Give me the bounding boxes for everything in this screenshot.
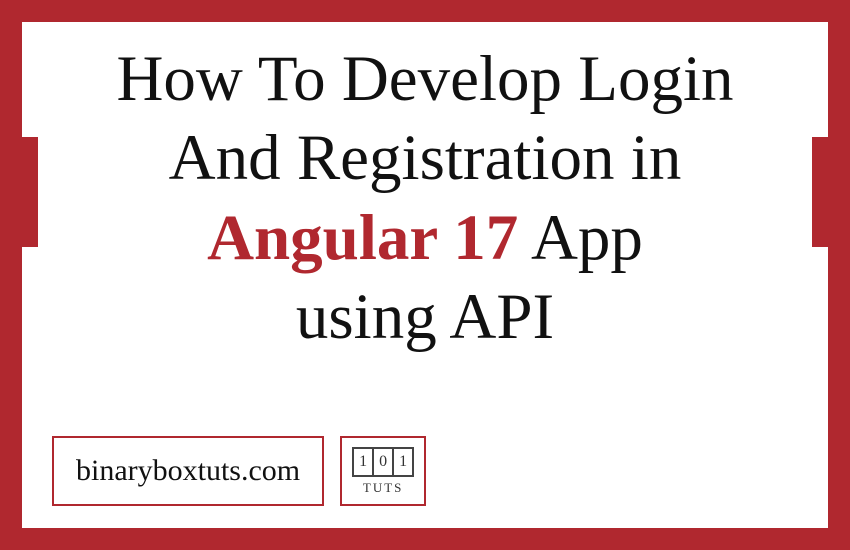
title-highlight: Angular 17 <box>207 202 518 274</box>
title-line-3-rest: App <box>518 202 643 274</box>
logo-digit: 1 <box>354 449 374 475</box>
site-name-box: binaryboxtuts.com <box>52 436 324 506</box>
title-line-1: How To Develop Login <box>62 40 788 119</box>
card-frame: How To Develop Login And Registration in… <box>20 20 830 530</box>
logo-digits-row: 1 0 1 <box>352 447 414 477</box>
logo-digit: 0 <box>374 449 394 475</box>
title-line-3: Angular 17 App <box>62 199 788 278</box>
decorative-notch-left <box>20 137 38 247</box>
logo-digit: 1 <box>394 449 414 475</box>
title-line-4: using API <box>62 278 788 357</box>
title-block: How To Develop Login And Registration in… <box>22 22 828 357</box>
title-line-2: And Registration in <box>62 119 788 198</box>
logo-box: 1 0 1 TUTS <box>340 436 426 506</box>
footer-row: binaryboxtuts.com 1 0 1 TUTS <box>52 436 426 506</box>
site-name-text: binaryboxtuts.com <box>76 454 300 488</box>
decorative-notch-right <box>812 137 830 247</box>
logo-icon: 1 0 1 TUTS <box>352 447 414 496</box>
logo-label: TUTS <box>363 480 404 496</box>
